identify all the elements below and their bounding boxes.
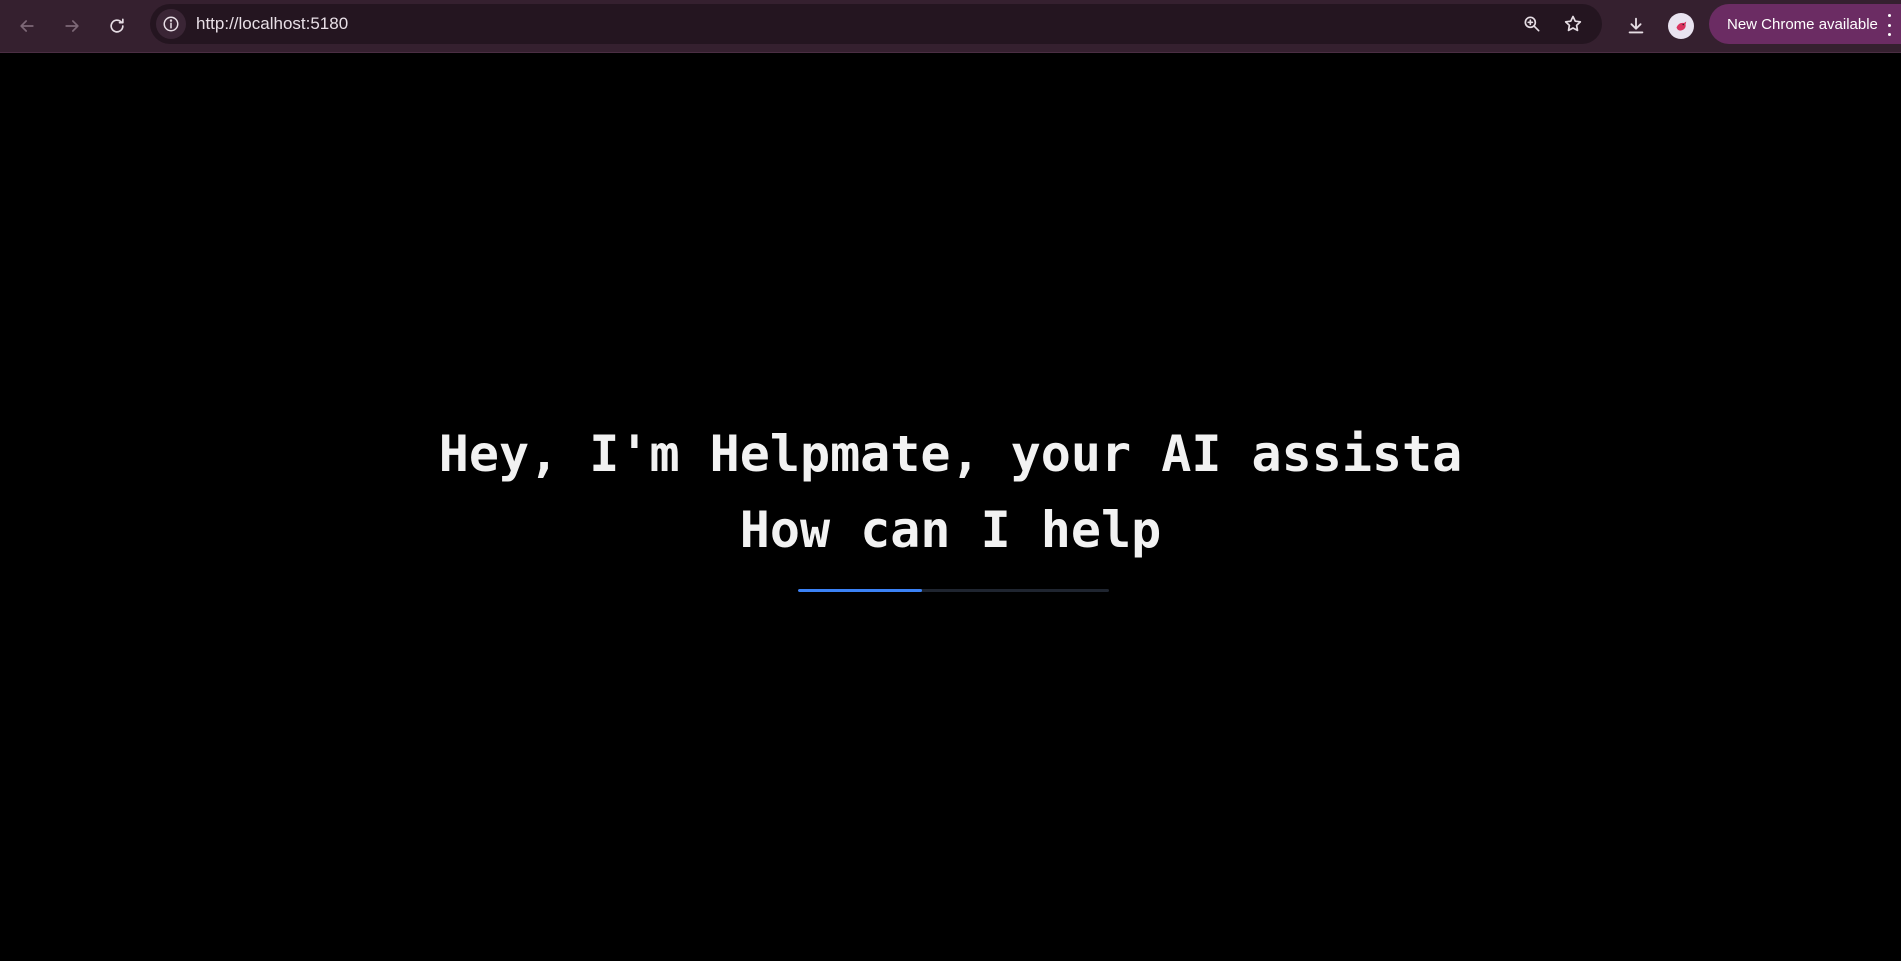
- loading-bar: [798, 589, 1109, 592]
- arrow-right-icon: [65, 20, 79, 32]
- profile-bird-icon: [1676, 21, 1687, 31]
- back-button[interactable]: [10, 9, 44, 43]
- info-icon: [163, 16, 179, 32]
- download-icon: [1628, 17, 1644, 34]
- greeting-line-1: Hey, I'm Helpmate, your AI assista: [438, 425, 1463, 483]
- profile-button[interactable]: [1664, 9, 1698, 43]
- reload-button[interactable]: [100, 9, 134, 43]
- zoom-button[interactable]: [1519, 11, 1545, 37]
- arrow-left-icon: [20, 20, 34, 32]
- downloads-button[interactable]: [1619, 9, 1653, 43]
- update-chrome-button[interactable]: New Chrome available: [1709, 4, 1901, 44]
- greeting-line-2: How can I help: [739, 501, 1162, 559]
- star-icon: [1564, 15, 1582, 32]
- zoom-icon: [1524, 16, 1540, 32]
- browser-toolbar: http://localhost:5180 New Chrome availab…: [0, 0, 1901, 53]
- site-info-button[interactable]: [156, 9, 186, 39]
- loading-bar-fill: [798, 589, 923, 592]
- avatar: [1668, 13, 1694, 39]
- address-bar[interactable]: http://localhost:5180: [150, 4, 1602, 44]
- url-text[interactable]: http://localhost:5180: [196, 4, 348, 44]
- forward-button[interactable]: [55, 9, 89, 43]
- update-chrome-label: New Chrome available: [1727, 15, 1878, 33]
- page-content: Hey, I'm Helpmate, your AI assista How c…: [0, 53, 1901, 961]
- bookmark-button[interactable]: [1560, 11, 1586, 37]
- reload-icon: [110, 18, 124, 33]
- kebab-menu-icon[interactable]: [1884, 12, 1894, 38]
